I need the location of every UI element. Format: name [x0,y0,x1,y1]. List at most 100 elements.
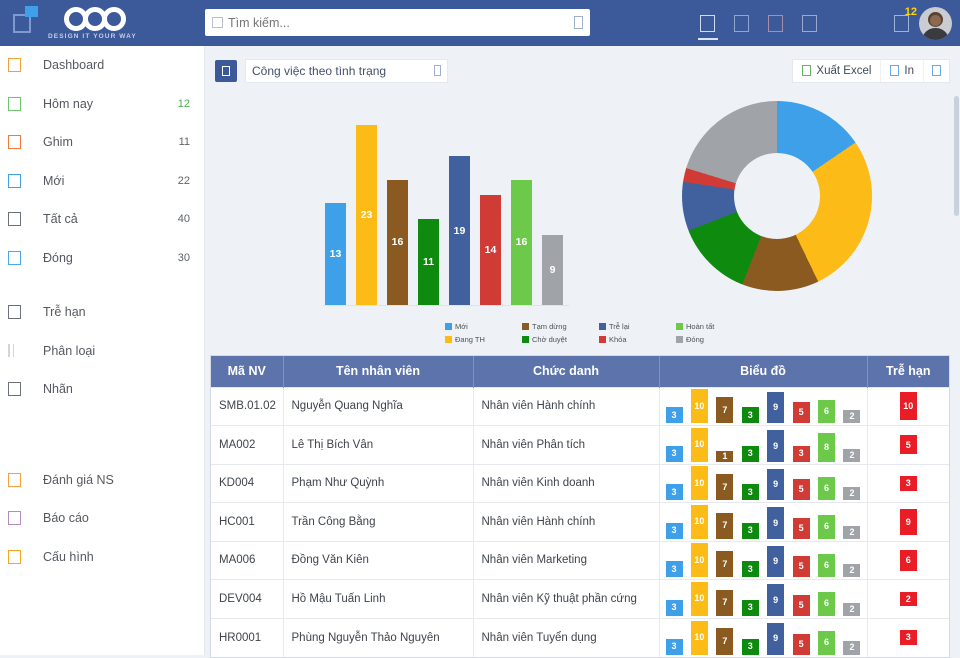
cell-role: Nhân viên Hành chính [473,502,660,541]
sidebar-item-label: Đóng [43,250,73,265]
mini-bar: 7 [716,628,734,655]
search-filter-icon[interactable] [574,16,583,29]
bar-4[interactable]: 19 [449,156,470,305]
column-header-late[interactable]: Trễ hạn [867,356,949,387]
search-input[interactable] [228,15,574,30]
hamburger-square-icon[interactable] [8,6,38,37]
donut-chart [682,101,872,291]
column-header-code[interactable]: Mã NV [211,356,284,387]
cell-code: HC001 [211,502,284,541]
legend-item-5[interactable]: Khóa [599,334,668,345]
printer-icon [890,65,900,76]
print-label: In [904,64,914,77]
table-row[interactable]: SMB.01.02 Nguyễn Quang Nghĩa Nhân viên Hàn… [211,386,949,426]
cell-name: Nguyễn Quang Nghĩa [283,386,474,426]
sidebar-item-ghim[interactable]: Ghim 11 [0,123,204,162]
widget-select-value: Công việc theo tình trạng [252,63,387,78]
widget-icon[interactable] [215,59,237,82]
sidebar-item-mới[interactable]: Mới 22 [0,162,204,201]
sidebar-item-tất-cả[interactable]: Tất cả 40 [0,200,204,239]
table-row[interactable]: HC001 Trần Công Bằng Nhân viên Hành chính 3… [211,502,949,541]
search-box[interactable] [205,9,590,36]
mini-bar: 3 [665,445,683,462]
sidebar-item-trễ-hạn[interactable]: Trễ hạn [0,293,204,332]
table-row[interactable]: HR0001 Phùng Nguyễn Thảo Nguyên Nhân viên … [211,617,949,657]
cell-name: Hồ Mậu Tuấn Linh [283,579,474,618]
sidebar-item-đánh-giá-ns[interactable]: Đánh giá NS [0,461,204,500]
employee-table: Mã NV Tên nhân viên Chức danh Biểu đồ Tr… [210,355,950,658]
cell-name: Đồng Văn Kiên [283,540,474,580]
table-row[interactable]: KD004 Phạm Như Quỳnh Nhân viên Kinh doanh 3… [211,463,949,503]
more-options-button[interactable] [924,60,949,82]
sidebar-item-phân-loại[interactable]: Phân loại [0,332,204,371]
page-scrollbar[interactable] [953,46,960,655]
bar-5[interactable]: 14 [480,195,501,305]
mini-bar: 7 [716,589,734,616]
mini-bar: 3 [665,638,683,655]
dashboard-icon [8,58,21,73]
logo-ring-3 [101,6,126,31]
app-logo[interactable]: DESIGN IT YOUR WAY [48,6,137,40]
sidebar-item-count: 12 [177,97,190,110]
legend-item-0[interactable]: Mới [445,321,514,332]
nav-icon-3[interactable] [768,14,783,32]
logo-tagline: DESIGN IT YOUR WAY [48,32,137,40]
nav-icon-2[interactable] [734,14,749,32]
bar-0[interactable]: 13 [325,203,346,305]
table-row[interactable]: MA002 Lê Thị Bích Vân Nhân viên Phân tích 3… [211,425,949,464]
sidebar-group-main: Dashboard Hôm nay 12 Ghim 11 Mới 22 Tất cả 40 Đón… [0,46,204,277]
column-header-name[interactable]: Tên nhân viên [283,356,474,387]
mini-bar: 7 [716,474,734,501]
bar-3[interactable]: 11 [418,218,439,305]
bar-7[interactable]: 9 [542,234,563,305]
cell-code: HR0001 [211,617,284,657]
scrollbar-thumb[interactable] [954,96,959,216]
notification-bell[interactable]: 12 [894,6,917,32]
export-excel-label: Xuất Excel [816,64,872,77]
legend-item-7[interactable]: Đóng [676,334,745,345]
panel-actions: Xuất Excel In [792,58,950,83]
sidebar-item-hôm-nay[interactable]: Hôm nay 12 [0,85,204,124]
sidebar-item-đóng[interactable]: Đóng 30 [0,239,204,278]
mini-bar: 2 [843,448,861,462]
sidebar-item-báo-cáo[interactable]: Báo cáo [0,499,204,538]
sidebar-item-cấu-hình[interactable]: Cấu hình [0,538,204,577]
legend-label: Tạm dừng [532,322,567,331]
legend-swatch [676,336,683,343]
cell-role: Nhân viên Tuyển dụng [473,617,660,657]
late-badge: 2 [899,591,917,606]
table-row[interactable]: DEV004 Hồ Mậu Tuấn Linh Nhân viên Kỹ thuật… [211,579,949,618]
cell-role: Nhân viên Phân tích [473,425,660,464]
cell-late: 9 [867,502,949,541]
sidebar-item-nhãn[interactable]: Nhãn [0,370,204,409]
mini-bar: 3 [741,407,759,424]
nav-icon-4[interactable] [802,14,817,32]
cell-late: 5 [867,425,949,464]
bar-6[interactable]: 16 [511,179,532,305]
legend-item-4[interactable]: Trễ lại [599,321,668,332]
print-button[interactable]: In [881,59,924,82]
panel-header: Công việc theo tình trạng Xuất Excel In [205,46,960,95]
widget-select[interactable]: Công việc theo tình trạng [245,58,448,83]
mini-bar: 7 [716,551,734,578]
nav-icon-1[interactable] [698,14,718,40]
logo-rings [63,6,126,31]
legend-item-2[interactable]: Tạm dừng [522,321,591,332]
legend-item-1[interactable]: Đang TH [445,334,514,345]
sidebar-item-dashboard[interactable]: Dashboard [0,46,204,85]
export-excel-button[interactable]: Xuất Excel [793,59,882,82]
mini-bar: 3 [665,599,683,616]
mini-bar: 3 [741,599,759,616]
mini-bar: 9 [767,507,785,539]
table-row[interactable]: MA006 Đồng Văn Kiên Nhân viên Marketing 3 10… [211,540,949,580]
bar-1[interactable]: 23 [356,125,377,305]
legend-item-3[interactable]: Chờ duyệt [522,334,591,345]
bar-2[interactable]: 16 [387,179,408,305]
column-header-role[interactable]: Chức danh [473,356,660,387]
legend-item-6[interactable]: Hoàn tất [676,321,745,332]
column-header-chart[interactable]: Biểu đồ [659,356,868,387]
bar-value-label: 16 [515,236,528,249]
mini-bar-chart: 3 10 7 3 9 5 6 2 [664,581,863,616]
sidebar-item-label: Dashboard [43,58,105,73]
avatar[interactable] [919,6,952,40]
